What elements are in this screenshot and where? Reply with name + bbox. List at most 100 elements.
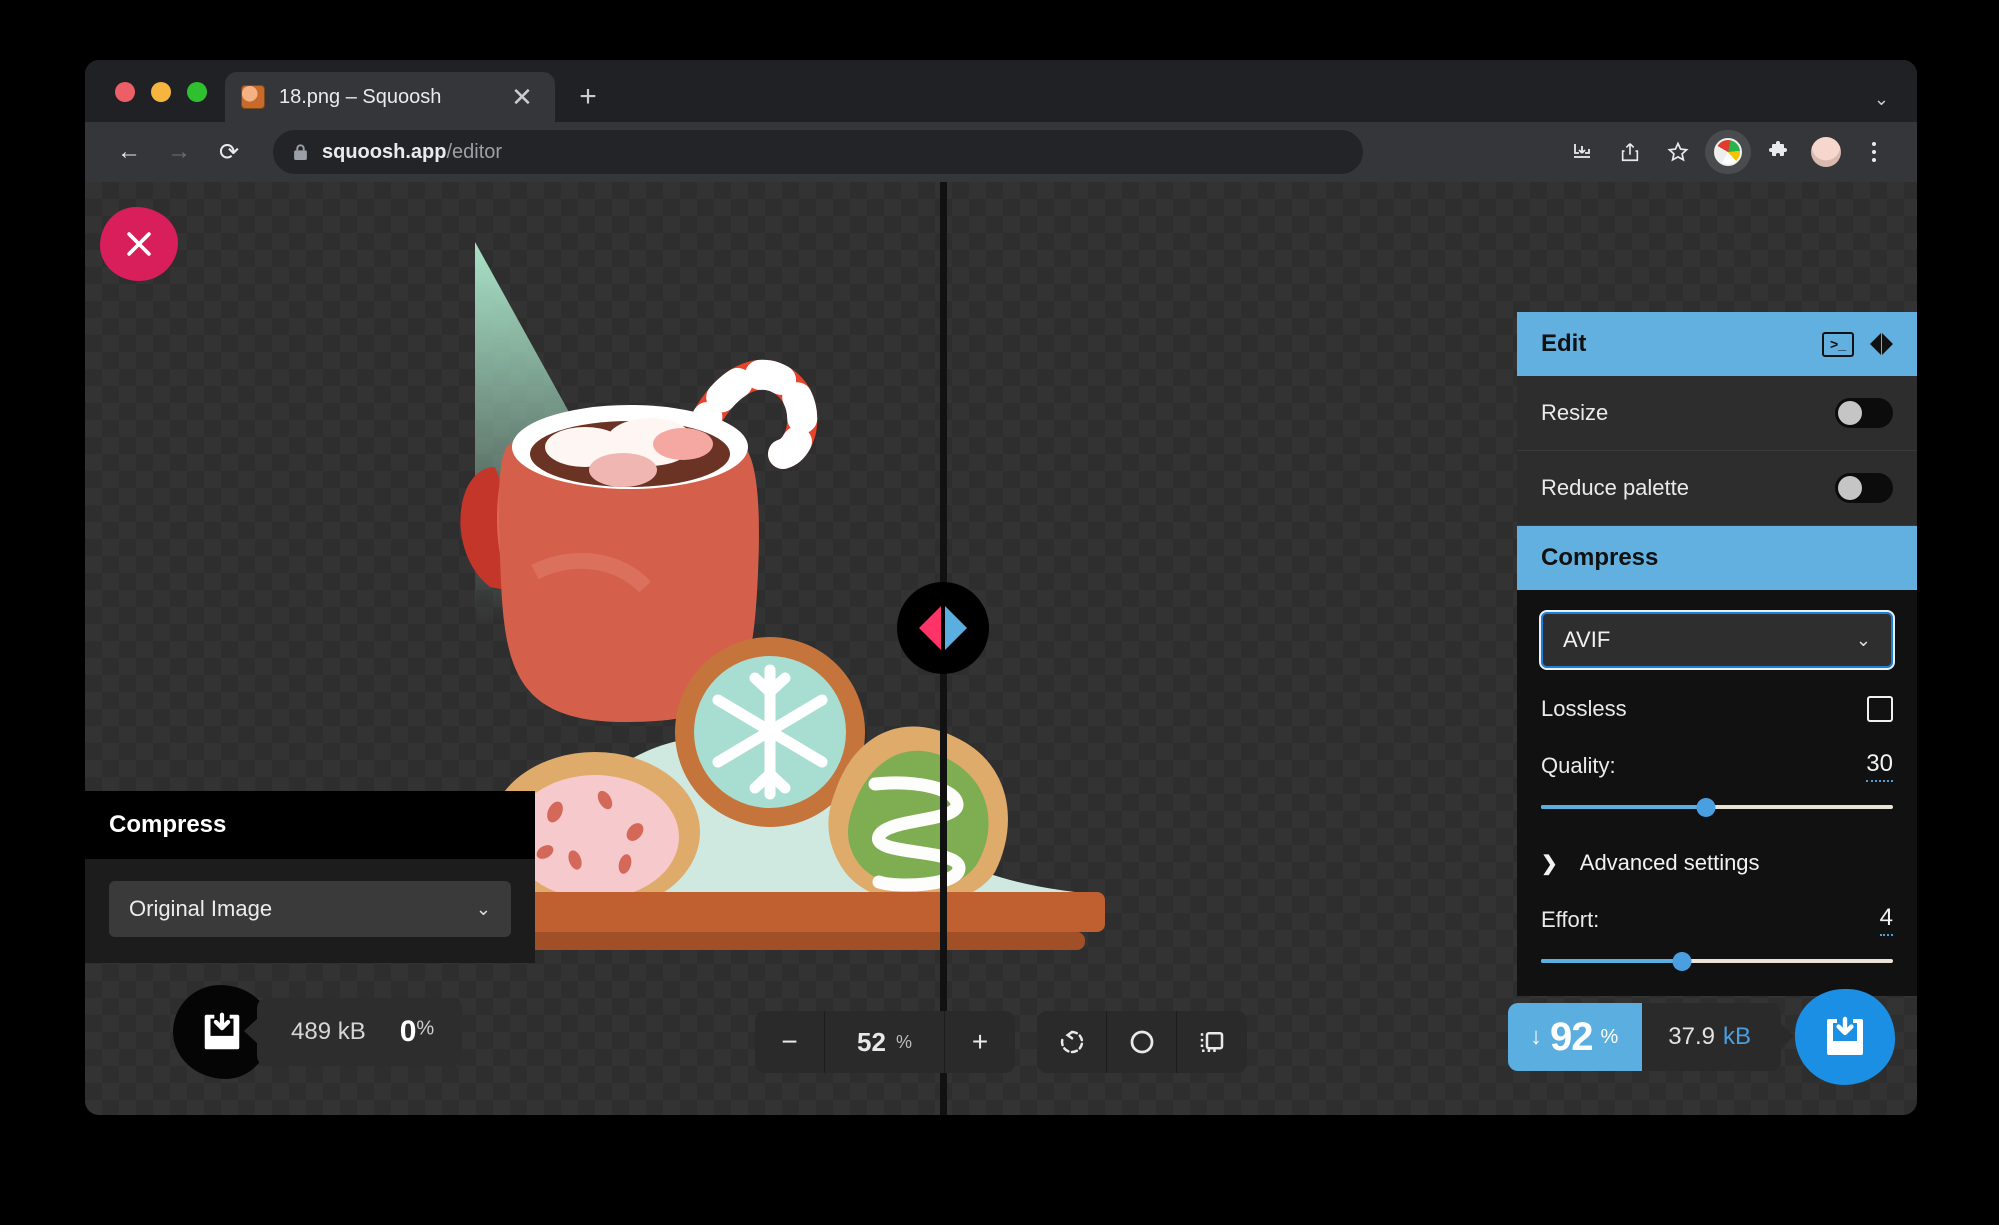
compressed-size-unit: kB (1722, 1023, 1751, 1050)
fit-circle-icon (1130, 1030, 1153, 1054)
effort-row: Effort: 4 (1541, 904, 1893, 936)
extension-pill (1705, 130, 1751, 174)
chevron-down-icon[interactable]: ⌄ (1874, 89, 1889, 110)
address-bar[interactable]: squoosh.app/editor (273, 130, 1363, 174)
original-size-pill: 489 kB 0% (243, 998, 463, 1066)
left-compress-panel: Compress Original Image ⌄ (85, 791, 535, 963)
original-size-group: 489 kB 0% (173, 985, 463, 1079)
chevron-down-icon: ⌄ (1855, 629, 1871, 650)
toggle-background-button[interactable] (1177, 1011, 1247, 1073)
quality-value[interactable]: 30 (1866, 750, 1893, 782)
edit-panel-header[interactable]: Edit >_ (1517, 312, 1917, 376)
lossless-row: Lossless (1541, 696, 1893, 722)
browser-toolbar: ← → ⟳ squoosh.app/editor (85, 122, 1917, 182)
original-percent: 0 (399, 1015, 417, 1048)
back-button[interactable]: ← (107, 130, 151, 174)
close-image-button[interactable] (100, 207, 178, 281)
zoom-out-button[interactable]: − (755, 1011, 825, 1073)
right-arrow-icon (945, 606, 967, 650)
new-tab-button[interactable]: + (571, 80, 605, 114)
result-group: ↓ 92 % 37.9 kB (1508, 989, 1895, 1085)
preview-illustration (445, 242, 1105, 950)
zoom-button-group: − 52% + (755, 1011, 1015, 1073)
browser-window: 18.png – Squoosh ✕ + ⌄ ← → ⟳ squoosh.app… (85, 60, 1917, 1115)
edit-panel-title: Edit (1541, 330, 1587, 357)
zoom-unit: % (895, 1031, 912, 1052)
zoom-toolbar: − 52% + (755, 1011, 1247, 1073)
resize-label: Resize (1541, 400, 1609, 425)
compressed-size-value: 37.9 (1668, 1023, 1715, 1050)
bookmark-star-icon[interactable] (1657, 131, 1699, 173)
advanced-settings-toggle[interactable]: ❯ Advanced settings (1541, 850, 1893, 876)
effort-label: Effort: (1541, 907, 1600, 932)
view-button-group (1037, 1011, 1247, 1073)
browser-tab[interactable]: 18.png – Squoosh ✕ (225, 72, 555, 122)
left-panel-title: Compress (85, 791, 535, 859)
window-close-button[interactable] (115, 82, 135, 102)
fit-to-screen-button[interactable] (1107, 1011, 1177, 1073)
terminal-icon[interactable]: >_ (1822, 331, 1854, 357)
percent-symbol: % (416, 1017, 435, 1040)
zoom-in-button[interactable]: + (945, 1011, 1015, 1073)
forward-button[interactable]: → (157, 130, 201, 174)
window-minimize-button[interactable] (151, 82, 171, 102)
swap-arrows-icon[interactable] (1870, 333, 1893, 355)
percent-symbol: % (1600, 1025, 1619, 1048)
compressed-size-chip: 37.9 kB (1642, 1003, 1794, 1071)
resize-toggle[interactable] (1835, 398, 1893, 428)
reduce-palette-toggle[interactable] (1835, 473, 1893, 503)
install-icon[interactable] (1561, 131, 1603, 173)
reduce-palette-label: Reduce palette (1541, 475, 1689, 500)
squoosh-editor-canvas: Compress Original Image ⌄ 489 kB 0% − 52… (85, 182, 1917, 1115)
profile-avatar-icon[interactable] (1805, 131, 1847, 173)
effort-value[interactable]: 4 (1879, 904, 1893, 936)
toggle-background-icon (1200, 1032, 1224, 1052)
result-pill: ↓ 92 % 37.9 kB (1508, 1003, 1794, 1071)
rotate-icon (1060, 1030, 1083, 1054)
effort-slider[interactable] (1541, 952, 1893, 971)
extensions-puzzle-icon[interactable] (1757, 131, 1799, 173)
compress-panel-header[interactable]: Compress (1517, 526, 1917, 590)
url-domain: squoosh.app (322, 140, 447, 163)
tab-title: 18.png – Squoosh (279, 85, 442, 108)
zoom-level-display[interactable]: 52% (825, 1011, 945, 1073)
zoom-level-value: 52 (857, 1026, 886, 1057)
chevron-right-icon: ❯ (1541, 852, 1558, 875)
toolbar-icons (1561, 130, 1895, 174)
lossless-label: Lossless (1541, 696, 1627, 721)
original-format-select[interactable]: Original Image ⌄ (109, 881, 511, 937)
download-icon (204, 1012, 240, 1050)
original-format-value: Original Image (129, 896, 273, 921)
close-icon (127, 232, 151, 256)
split-compare-handle[interactable] (897, 582, 989, 674)
tab-strip: 18.png – Squoosh ✕ + ⌄ (85, 60, 1917, 122)
advanced-settings-label: Advanced settings (1579, 850, 1760, 875)
window-traffic-lights (85, 82, 225, 122)
quality-row: Quality: 30 (1541, 750, 1893, 782)
squoosh-favicon-icon (241, 85, 265, 109)
lossless-checkbox[interactable] (1867, 696, 1893, 722)
output-format-value: AVIF (1563, 627, 1611, 652)
squoosh-extension-icon[interactable] (1707, 131, 1749, 173)
download-compressed-button[interactable] (1795, 989, 1895, 1085)
reduction-percent-value: 92 (1549, 1014, 1593, 1059)
rotate-button[interactable] (1037, 1011, 1107, 1073)
reduce-palette-row: Reduce palette (1517, 451, 1917, 526)
arrow-down-icon: ↓ (1529, 1023, 1542, 1050)
compress-panel-body: AVIF ⌄ Lossless Quality: 30 ❯ Advanced s… (1517, 590, 1917, 996)
compress-panel-title: Compress (1541, 544, 1659, 571)
close-icon[interactable]: ✕ (505, 80, 539, 114)
quality-slider[interactable] (1541, 798, 1893, 817)
chevron-down-icon: ⌄ (475, 898, 491, 919)
url-text: squoosh.app/editor (322, 141, 502, 164)
window-maximize-button[interactable] (187, 82, 207, 102)
original-file-size: 489 kB (291, 1018, 366, 1045)
chrome-menu-icon[interactable] (1853, 131, 1895, 173)
left-arrow-icon (919, 606, 941, 650)
share-icon[interactable] (1609, 131, 1651, 173)
left-panel-body: Original Image ⌄ (85, 859, 535, 963)
lock-icon (294, 143, 307, 160)
reload-button[interactable]: ⟳ (207, 130, 251, 174)
url-path: /editor (446, 140, 503, 163)
output-format-select[interactable]: AVIF ⌄ (1539, 610, 1895, 670)
